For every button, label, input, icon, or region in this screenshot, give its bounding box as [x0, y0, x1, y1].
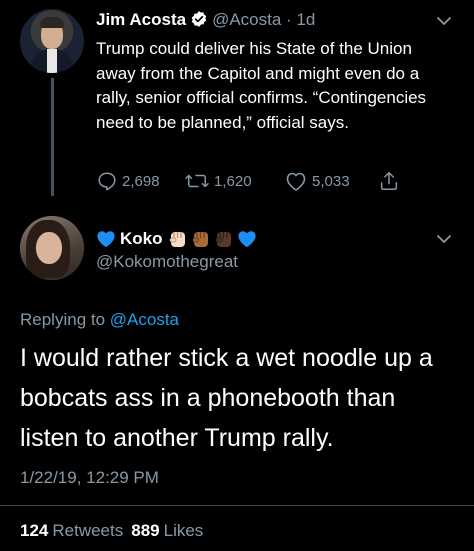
- share-icon: [380, 172, 398, 190]
- reply-handle[interactable]: @Kokomothegreat: [96, 252, 238, 272]
- raised-fist-medium-icon: [192, 232, 208, 247]
- parent-avatar[interactable]: [20, 9, 84, 73]
- meta-separator: ·: [281, 10, 297, 29]
- reply-count: 2,698: [122, 172, 160, 190]
- blue-heart-icon: [97, 231, 115, 248]
- like-icon: [286, 172, 306, 191]
- verified-icon: [191, 11, 207, 27]
- parent-tweet-age[interactable]: 1d: [296, 10, 315, 29]
- parent-tweet-text: Trump could deliver his State of the Uni…: [96, 39, 427, 132]
- divider: [0, 505, 474, 506]
- retweets-count: 124: [20, 521, 49, 540]
- reply-display-name[interactable]: Koko: [120, 229, 163, 249]
- replying-to-mention-link[interactable]: @Acosta: [110, 310, 179, 329]
- retweet-count: 1,620: [214, 172, 252, 190]
- raised-fist-light-icon: [169, 232, 185, 247]
- chevron-down-icon[interactable]: [436, 234, 452, 244]
- like-count: 5,033: [312, 172, 350, 190]
- thread-connector-line: [51, 78, 54, 196]
- replying-to-line: Replying to @Acosta: [20, 310, 179, 330]
- likes-label: Likes: [163, 521, 204, 540]
- parent-tweet-actions: 2,698 1,620 5,033: [96, 170, 416, 192]
- parent-tweet-header: Jim Acosta @Acosta · 1d: [96, 10, 315, 30]
- like-button[interactable]: 5,033: [284, 170, 350, 192]
- retweet-button[interactable]: 1,620: [184, 170, 252, 192]
- reply-stats: 124 Retweets 889 Likes: [20, 521, 211, 541]
- parent-display-name[interactable]: Jim Acosta: [96, 10, 186, 29]
- retweets-stat[interactable]: 124 Retweets: [20, 521, 131, 540]
- chevron-down-icon[interactable]: [436, 16, 452, 26]
- reply-avatar[interactable]: [20, 216, 84, 280]
- likes-stat[interactable]: 889 Likes: [131, 521, 211, 540]
- parent-handle[interactable]: @Acosta: [212, 10, 281, 29]
- replying-to-label: Replying to: [20, 310, 110, 329]
- share-button[interactable]: [378, 170, 404, 192]
- reply-icon: [98, 172, 116, 191]
- retweet-icon: [185, 174, 209, 188]
- reply-tweet-header: Koko: [96, 226, 257, 252]
- reply-button[interactable]: 2,698: [96, 170, 160, 192]
- blue-heart-icon: [237, 231, 256, 248]
- reply-tweet-text: I would rather stick a wet noodle up a b…: [20, 344, 433, 452]
- retweets-label: Retweets: [52, 521, 124, 540]
- raised-fist-dark-icon: [215, 232, 231, 247]
- reply-timestamp[interactable]: 1/22/19, 12:29 PM: [20, 468, 159, 488]
- likes-count: 889: [131, 521, 160, 540]
